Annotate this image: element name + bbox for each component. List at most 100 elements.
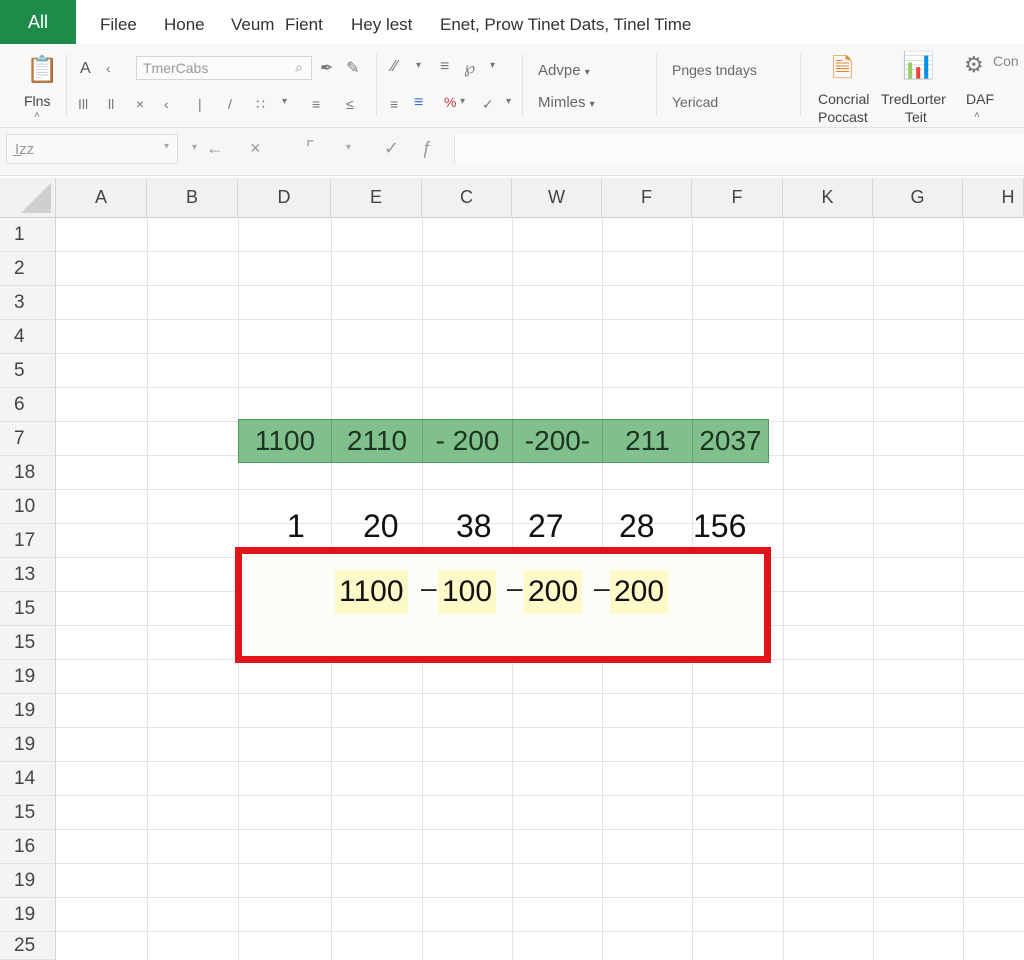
chevron-down-icon[interactable]: ▾ <box>192 142 197 153</box>
row-header[interactable]: 6 <box>0 388 56 422</box>
col-header[interactable]: E <box>331 178 422 218</box>
row-header[interactable]: 18 <box>0 456 56 490</box>
bold-icon[interactable]: Ill <box>78 96 88 112</box>
font-a-icon[interactable]: A <box>80 60 91 78</box>
table-icon[interactable]: 📊 <box>902 50 934 81</box>
chevron-down-icon[interactable]: ▾ <box>416 60 421 71</box>
highlighted-value[interactable]: 100 <box>438 570 497 614</box>
col-header[interactable]: A <box>56 178 147 218</box>
row-header[interactable]: 7 <box>0 422 56 456</box>
chevron-left-icon[interactable]: ‹ <box>106 60 111 76</box>
arrow-left-icon[interactable]: ← <box>206 138 224 159</box>
col-header[interactable]: K <box>783 178 873 218</box>
col-header[interactable]: D <box>238 178 331 218</box>
indent-icon[interactable]: ≡ <box>390 96 398 112</box>
menu-home[interactable]: Hone <box>164 15 205 35</box>
highlighted-cell[interactable]: 2037 <box>693 420 768 462</box>
col-header[interactable]: H <box>963 178 1024 218</box>
row-header[interactable]: 16 <box>0 830 56 864</box>
row-header[interactable]: 17 <box>0 524 56 558</box>
chevron-left-small-icon[interactable]: ‹ <box>164 96 169 112</box>
col-header[interactable]: B <box>147 178 238 218</box>
row-header[interactable]: 5 <box>0 354 56 388</box>
document-icon[interactable]: 🗎 <box>832 50 853 94</box>
pages-label[interactable]: Pnges tndays <box>672 62 757 78</box>
gear-icon[interactable]: ⚙ <box>964 52 984 78</box>
number-dropdown[interactable]: Mimles ▾ <box>538 94 595 111</box>
menu-file[interactable]: Filee <box>100 15 137 35</box>
row-header[interactable]: 19 <box>0 694 56 728</box>
highlighted-cell[interactable]: - 200 <box>423 420 513 462</box>
col-header[interactable]: F <box>602 178 692 218</box>
font-color-icon[interactable]: ≤ <box>346 96 354 112</box>
menu-view[interactable]: Veum <box>231 15 274 35</box>
col-header[interactable]: C <box>422 178 512 218</box>
cell-value[interactable]: 1 <box>287 508 305 545</box>
font-name-input[interactable]: TmerCabs ⌕ <box>136 56 312 80</box>
chevron-up-icon[interactable]: ˄ <box>974 110 980 121</box>
row-header[interactable]: 14 <box>0 762 56 796</box>
chevron-down-icon[interactable]: ▾ <box>460 96 465 107</box>
name-box[interactable]: I̲zz ▾ <box>6 134 178 164</box>
cancel-icon[interactable]: × <box>250 138 261 159</box>
row-header[interactable]: 2 <box>0 252 56 286</box>
selection-box[interactable] <box>235 547 771 663</box>
divider-icon[interactable]: | <box>198 96 202 112</box>
app-tab[interactable]: All <box>0 0 76 44</box>
row-header[interactable]: 19 <box>0 898 56 932</box>
highlighted-cell[interactable]: -200- <box>513 420 603 462</box>
row-header[interactable]: 15 <box>0 796 56 830</box>
row-header[interactable]: 4 <box>0 320 56 354</box>
row-header[interactable]: 10 <box>0 490 56 524</box>
format-painter-icon[interactable]: ✎ <box>346 58 359 78</box>
select-all-corner[interactable] <box>0 178 56 218</box>
highlighted-value[interactable]: 200 <box>610 570 669 614</box>
cell-value[interactable]: 27 <box>528 508 564 545</box>
function-icon[interactable]: ⌜ <box>306 138 314 159</box>
view-label[interactable]: Yericad <box>672 94 718 110</box>
fx-icon[interactable]: ƒ <box>422 138 432 159</box>
align-icon[interactable]: ≡ <box>440 58 449 76</box>
col-header[interactable]: F <box>692 178 783 218</box>
chevron-down-icon[interactable]: ▾ <box>346 142 351 153</box>
center-align-icon[interactable]: ≡ <box>414 94 423 112</box>
highlighted-cell[interactable]: 2110 <box>332 420 423 462</box>
orientation-icon[interactable]: ⁄⁄ <box>392 58 397 76</box>
highlighted-value[interactable]: 1100 <box>335 570 408 614</box>
row-header[interactable]: 1 <box>0 218 56 252</box>
row-header[interactable]: 13 <box>0 558 56 592</box>
chevron-down-icon[interactable]: ▾ <box>282 96 287 107</box>
border-icon[interactable]: ∷ <box>256 96 265 113</box>
menu-help[interactable]: Hey lest <box>351 15 412 35</box>
row-header[interactable]: 19 <box>0 728 56 762</box>
highlighted-cell[interactable]: 1100 <box>239 420 332 462</box>
cell-value[interactable]: 28 <box>619 508 655 545</box>
menu-data[interactable]: Enet, Prow Tinet Dats, Tinel Time <box>440 15 691 35</box>
pen-icon[interactable]: ✒ <box>320 58 333 78</box>
fill-color-icon[interactable]: ≡ <box>312 96 320 112</box>
percent-icon[interactable]: % <box>444 94 456 110</box>
col-header[interactable]: G <box>873 178 963 218</box>
italic-icon[interactable]: ll <box>108 96 114 112</box>
chevron-down-icon[interactable]: ▾ <box>490 60 495 71</box>
cell-value[interactable]: 156 <box>693 508 746 545</box>
paste-icon[interactable]: 📋 <box>26 54 58 85</box>
decimal-icon[interactable]: ✓ <box>482 96 494 113</box>
row-header[interactable]: 25 <box>0 932 56 960</box>
formula-input[interactable] <box>454 134 1024 164</box>
row-header[interactable]: 15 <box>0 626 56 660</box>
highlighted-row[interactable]: 1100 2110 - 200 -200- 211 2037 <box>238 419 769 463</box>
chevron-down-icon[interactable]: ▾ <box>506 96 511 107</box>
row-header[interactable]: 19 <box>0 864 56 898</box>
row-header[interactable]: 15 <box>0 592 56 626</box>
row-header[interactable]: 3 <box>0 286 56 320</box>
close-icon[interactable]: × <box>136 96 144 112</box>
col-header[interactable]: W <box>512 178 602 218</box>
highlighted-value[interactable]: 200 <box>524 570 583 614</box>
menu-font[interactable]: Fient <box>285 15 323 35</box>
chevron-up-icon[interactable]: ˄ <box>34 110 40 121</box>
format-dropdown[interactable]: Advpe ▾ <box>538 62 590 79</box>
cell-value[interactable]: 38 <box>456 508 492 545</box>
cell-value[interactable]: 20 <box>363 508 399 545</box>
slash-icon[interactable]: / <box>228 96 232 112</box>
